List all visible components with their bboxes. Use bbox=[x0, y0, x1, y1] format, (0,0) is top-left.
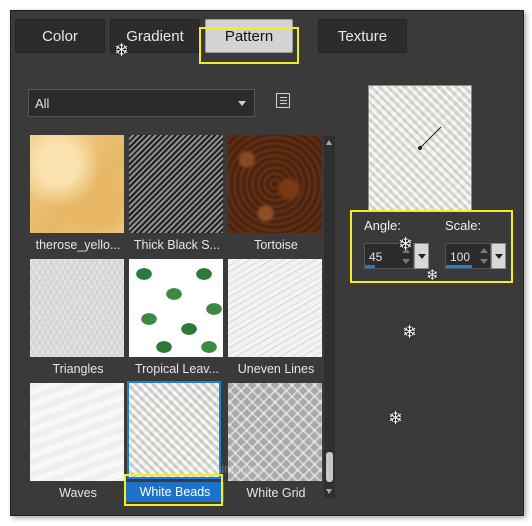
tab-texture-label: Texture bbox=[337, 27, 388, 45]
list-view-icon[interactable] bbox=[276, 93, 290, 108]
pattern-swatch-tropical-leaves bbox=[129, 259, 223, 357]
pattern-item[interactable]: Tortoise bbox=[227, 134, 325, 258]
scroll-up-icon[interactable] bbox=[326, 140, 332, 145]
category-selected-value: All bbox=[35, 96, 50, 111]
tab-color[interactable]: Color bbox=[15, 19, 105, 53]
pattern-label: Thick Black S... bbox=[133, 238, 221, 252]
pattern-item[interactable]: Tropical Leav... bbox=[128, 258, 226, 382]
chevron-down-icon bbox=[238, 101, 246, 106]
pattern-label: White Grid bbox=[246, 486, 306, 500]
tab-color-label: Color bbox=[42, 27, 78, 45]
pattern-item[interactable]: Uneven Lines bbox=[227, 258, 325, 382]
pattern-swatch-thick-black-stripes bbox=[129, 135, 223, 233]
watermark: ©Arasimages bbox=[188, 462, 261, 476]
pattern-item[interactable]: Triangles bbox=[29, 258, 127, 382]
pattern-item[interactable]: Waves bbox=[29, 382, 127, 506]
pattern-swatch-tortoise bbox=[228, 135, 322, 233]
scale-level-bar bbox=[446, 265, 472, 268]
pattern-swatch-waves bbox=[30, 383, 124, 481]
scale-label: Scale: bbox=[445, 218, 482, 233]
scroll-down-icon[interactable] bbox=[326, 489, 332, 494]
tab-gradient-label: Gradient bbox=[126, 27, 184, 45]
snowflake-icon: ❄ bbox=[388, 408, 404, 428]
pattern-label: Tropical Leav... bbox=[134, 362, 220, 376]
pattern-swatch-triangles bbox=[30, 259, 124, 357]
snowflake-icon: ❄ bbox=[114, 40, 130, 60]
pattern-label: Tortoise bbox=[254, 238, 298, 252]
snowflake-icon: ❄ bbox=[398, 234, 414, 254]
tab-pattern-label: Pattern bbox=[224, 27, 274, 45]
chevron-down-icon bbox=[495, 254, 503, 259]
pattern-item[interactable]: Thick Black S... bbox=[128, 134, 226, 258]
scale-value: 100 bbox=[450, 250, 471, 264]
scale-increase-icon[interactable] bbox=[480, 248, 488, 253]
pattern-label: therose_yello... bbox=[35, 238, 121, 252]
pattern-label: Uneven Lines bbox=[237, 362, 315, 376]
angle-value: 45 bbox=[369, 250, 383, 264]
snowflake-icon: ❄ bbox=[426, 267, 439, 284]
snowflake-icon: ❄ bbox=[402, 322, 418, 342]
scrollbar-thumb[interactable] bbox=[326, 452, 333, 482]
pattern-category-dropdown[interactable]: All bbox=[28, 89, 255, 117]
angle-label: Angle: bbox=[364, 218, 401, 233]
pattern-swatch-therose-yellow bbox=[30, 135, 124, 233]
angle-dial-icon bbox=[418, 126, 442, 150]
scale-dropdown-button[interactable] bbox=[491, 243, 506, 269]
pattern-item-selected[interactable]: White Beads bbox=[126, 380, 224, 504]
angle-decrease-icon[interactable] bbox=[402, 259, 410, 264]
pattern-label: Triangles bbox=[52, 362, 104, 376]
tab-texture[interactable]: Texture bbox=[318, 19, 407, 53]
pattern-swatch-uneven-lines bbox=[228, 259, 322, 357]
pattern-list-scrollbar[interactable] bbox=[324, 136, 335, 498]
pattern-item[interactable]: therose_yello... bbox=[29, 134, 127, 258]
pattern-item[interactable]: White Grid bbox=[227, 382, 325, 506]
scale-decrease-icon[interactable] bbox=[480, 259, 488, 264]
tab-pattern[interactable]: Pattern bbox=[205, 19, 293, 53]
scale-input[interactable]: 100 bbox=[445, 243, 491, 269]
pattern-label: White Beads bbox=[126, 482, 224, 502]
pattern-preview[interactable] bbox=[368, 85, 472, 211]
pattern-label: Waves bbox=[59, 486, 97, 500]
angle-level-bar bbox=[365, 265, 375, 268]
chevron-down-icon bbox=[418, 254, 426, 259]
